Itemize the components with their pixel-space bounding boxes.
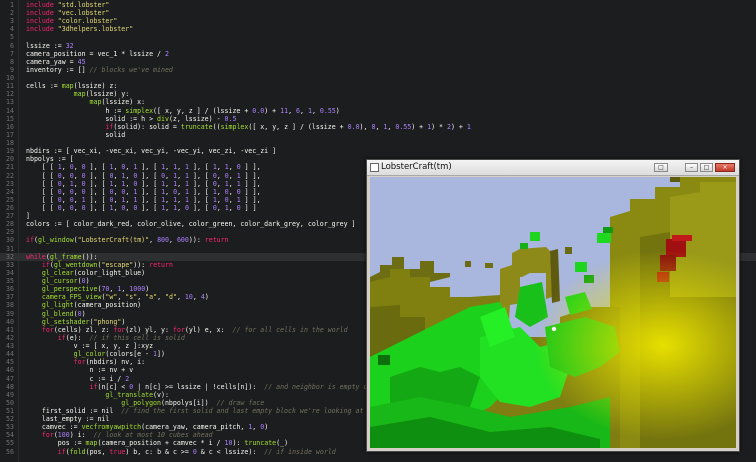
window-close-button[interactable]: × <box>715 163 735 172</box>
window-titlebar[interactable]: LobsterCraft(tm) □ – □ × <box>367 160 739 176</box>
window-minimize-button[interactable]: – <box>685 163 698 172</box>
window-maximize-button[interactable]: □ <box>700 163 713 172</box>
game-window[interactable]: LobsterCraft(tm) □ – □ × <box>366 159 740 452</box>
crosshair-icon <box>551 326 557 332</box>
window-app-icon <box>370 163 379 172</box>
window-restore-button[interactable]: □ <box>654 163 668 172</box>
game-viewport[interactable] <box>370 177 736 448</box>
voxel-scene <box>370 177 736 448</box>
window-title: LobsterCraft(tm) <box>381 162 452 172</box>
line-number: 56 <box>6 447 14 456</box>
code-text: if(fold(pos, true) b, c: b & c >= 0 & c … <box>57 447 336 456</box>
